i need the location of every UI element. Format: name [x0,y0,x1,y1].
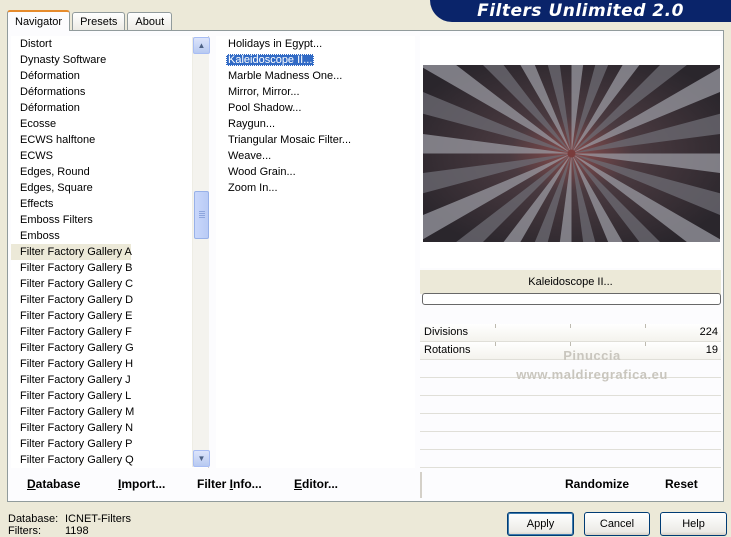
category-item[interactable]: ECWS halftone [11,132,208,148]
filter-item[interactable]: Holidays in Egypt... [216,36,415,52]
category-item[interactable]: Filter Factory Gallery D [11,292,208,308]
randomize-button[interactable]: Randomize [561,472,633,496]
category-item[interactable]: Ecosse [11,116,208,132]
database-button[interactable]: Database [23,472,84,496]
apply-button[interactable]: Apply [507,512,574,536]
category-item[interactable]: Filter Factory Gallery H [11,356,208,372]
category-item[interactable]: Filter Factory Gallery J [11,372,208,388]
param-slider-divisions[interactable]: Divisions 224 [420,324,721,342]
tab-navigator[interactable]: Navigator [7,10,71,31]
tab-presets[interactable]: Presets [72,12,126,30]
category-item[interactable]: Filter Factory Gallery P [11,436,208,452]
filter-item[interactable]: Raygun... [216,116,415,132]
tab-strip: Navigator Presets About [7,10,174,31]
category-item[interactable]: Dynasty Software [11,52,208,68]
filter-item[interactable]: Zoom In... [216,180,415,196]
scroll-down-button[interactable]: ▼ [193,450,210,467]
category-item[interactable]: Emboss Filters [11,212,208,228]
title-banner: Filters Unlimited 2.0 [430,0,731,22]
category-item[interactable]: Déformation [11,100,208,116]
banner-title: Filters Unlimited 2.0 [477,1,684,21]
filter-list[interactable]: Holidays in Egypt... Kaleidoscope II... Ma… [216,36,415,468]
category-item[interactable]: Filter Factory Gallery Q [11,452,208,468]
category-item[interactable]: Filter Factory Gallery G [11,340,208,356]
help-button[interactable]: Help [660,512,727,536]
filter-item[interactable]: Marble Madness One... [216,68,415,84]
chevron-down-icon: ▼ [197,454,206,463]
filter-item[interactable]: Pool Shadow... [216,100,415,116]
category-item[interactable]: Déformations [11,84,208,100]
filter-item[interactable]: Mirror, Mirror... [216,84,415,100]
category-item[interactable]: Filter Factory Gallery N [11,420,208,436]
param-slider-empty [420,414,721,432]
preview-filter-name: Kaleidoscope II... [420,270,721,294]
filter-item[interactable]: Weave... [216,148,415,164]
command-bar: Database Import... Filter Info... Editor… [11,472,721,498]
category-item[interactable]: Filter Factory Gallery C [11,276,208,292]
filter-count: 1198 [65,525,89,537]
filter-item[interactable]: Triangular Mosaic Filter... [216,132,415,148]
param-slider-empty [420,450,721,468]
category-item[interactable]: Filter Factory Gallery F [11,324,208,340]
database-name: ICNET-Filters [65,513,131,525]
category-item[interactable]: Edges, Square [11,180,208,196]
reset-button[interactable]: Reset [661,472,702,496]
filter-item[interactable]: Kaleidoscope II... [216,52,415,68]
category-list[interactable]: Distort Dynasty Software Déformation Déform… [11,36,209,468]
category-item[interactable]: Déformation [11,68,208,84]
tab-about[interactable]: About [127,12,173,30]
category-item[interactable]: ECWS [11,148,208,164]
scroll-up-button[interactable]: ▲ [193,37,210,54]
category-item[interactable]: Effects [11,196,208,212]
cancel-button[interactable]: Cancel [584,512,650,536]
status-info: Database: ICNET-Filters Filters: 1198 [8,513,131,537]
filter-info-button[interactable]: Filter Info... [193,472,266,496]
category-item[interactable]: Distort [11,36,208,52]
import-button[interactable]: Import... [114,472,169,496]
category-item[interactable]: Filter Factory Gallery A [11,244,132,260]
param-slider-empty [420,432,721,450]
category-item[interactable]: Filter Factory Gallery E [11,308,208,324]
category-item[interactable]: Edges, Round [11,164,208,180]
category-scrollbar[interactable]: ▲ ▼ [192,37,210,467]
chevron-up-icon: ▲ [197,41,206,50]
category-item[interactable]: Emboss [11,228,208,244]
scroll-thumb[interactable] [194,191,209,239]
watermark: Pinuccia www.maldiregrafica.eu [516,348,668,382]
filter-item[interactable]: Wood Grain... [216,164,415,180]
progress-bar [422,293,721,305]
category-item[interactable]: Filter Factory Gallery M [11,404,208,420]
category-item[interactable]: Filter Factory Gallery L [11,388,208,404]
param-slider-empty [420,396,721,414]
category-item[interactable]: Filter Factory Gallery B [11,260,208,276]
editor-button[interactable]: Editor... [290,472,342,496]
filter-preview-image [423,65,720,242]
